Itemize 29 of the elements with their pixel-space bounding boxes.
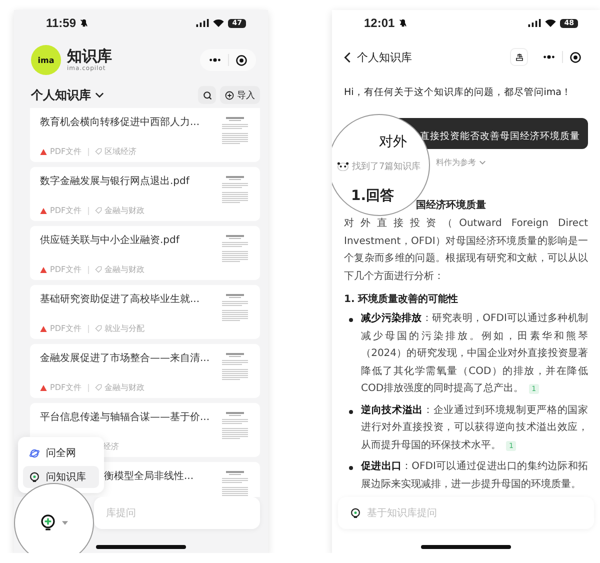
page-title: 个人知识库 bbox=[357, 50, 412, 64]
document-title: 金融发展促进了市场整合——来自清... bbox=[40, 352, 211, 366]
document-tag: 金融与财政 bbox=[104, 382, 145, 393]
app-title: 知识库 bbox=[67, 48, 112, 65]
greeting-message: Hi，有任何关于这个知识库的问题，都尽管问ima！ bbox=[344, 86, 572, 99]
bullet-text: 促进出口：OFDI可以通过促进出口的集约边际和拓展边际来实现减排，进一步提升母国的环境质量。 bbox=[361, 460, 588, 492]
status-time: 11:59 bbox=[46, 16, 76, 30]
document-title: 平台信息传递与轴辐合谋——基于价... bbox=[40, 410, 211, 425]
document-title: 数字金融发展与银行网点退出.pdf bbox=[40, 174, 191, 189]
answer-heading: 国经济环境质量 bbox=[416, 198, 487, 212]
file-type: PDF文件 bbox=[50, 382, 82, 393]
document-title: 衡模型全局非线性... bbox=[104, 470, 195, 484]
answer-paragraph: 对外直接投资（Outward Foreign Direct Investment，OFDI）对母国经济环境质量的影响是一个复杂而多维的问题。根据现有研究和文献，可以从以下几个方面进行分析： bbox=[344, 216, 588, 284]
document-title: 教育机会横向转移促进中西部人力... bbox=[40, 116, 201, 130]
file-type: PDF文件 bbox=[50, 146, 82, 157]
file-type: PDF文件 bbox=[50, 323, 82, 334]
document-tag: 金融与财政 bbox=[104, 205, 145, 216]
app-logo: ima bbox=[31, 45, 61, 75]
status-time: 12:01 bbox=[364, 16, 395, 30]
answer-heading: 1.回答 bbox=[351, 187, 394, 205]
document-title: 供应链关联与中小企业融资.pdf bbox=[40, 234, 181, 248]
document-tag: 区域经济 bbox=[104, 146, 137, 157]
document-title: 基础研究资助促进了高校毕业生就... bbox=[40, 292, 201, 307]
file-type: PDF文件 bbox=[50, 264, 82, 275]
file-type: PDF文件 bbox=[50, 205, 82, 216]
document-tag: 就业与分配 bbox=[104, 323, 145, 334]
document-tag: 金融与财政 bbox=[104, 264, 145, 275]
section-heading: 1. 环境质量改善的可能性 bbox=[344, 292, 460, 306]
question-text: 对外 bbox=[379, 133, 407, 151]
